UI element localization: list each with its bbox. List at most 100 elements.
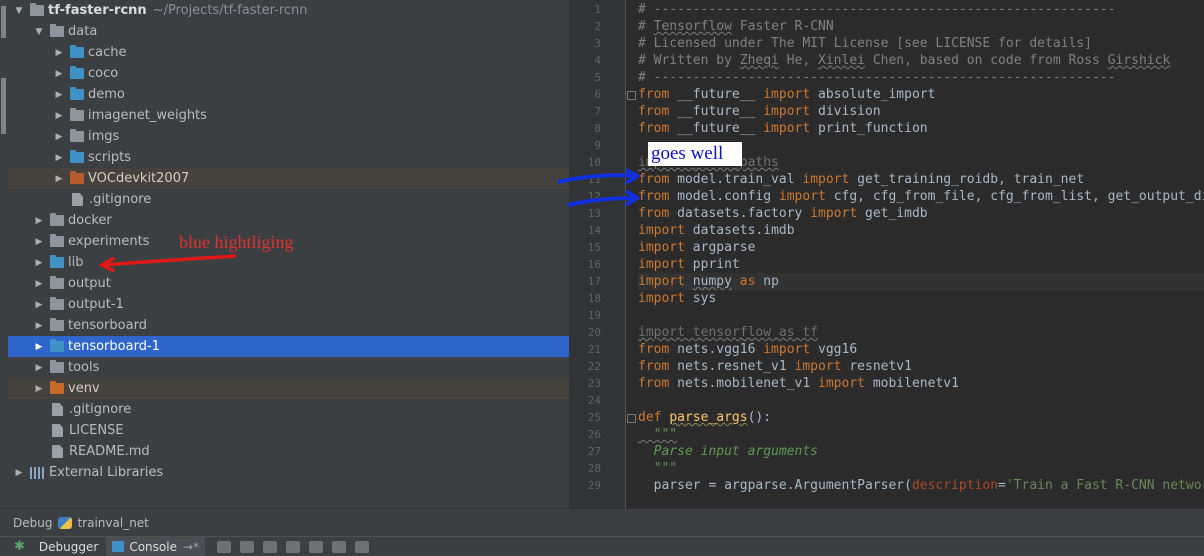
code-line[interactable]: import argparse bbox=[638, 239, 755, 256]
run-to-cursor-icon[interactable] bbox=[332, 540, 347, 553]
code-line[interactable]: # --------------------------------------… bbox=[638, 1, 1115, 18]
code-line[interactable]: from nets.resnet_v1 import resnetv1 bbox=[638, 358, 912, 375]
tree-item-label: lib bbox=[68, 255, 84, 270]
chevron-right-icon[interactable]: ▶ bbox=[14, 462, 24, 483]
code-line[interactable]: """ bbox=[638, 426, 678, 443]
bug-icon[interactable]: ✱ bbox=[14, 539, 25, 554]
project-tool-tab[interactable] bbox=[1, 6, 6, 38]
tab-debugger[interactable]: Debugger bbox=[39, 540, 98, 554]
chevron-right-icon[interactable]: ▶ bbox=[34, 273, 44, 294]
tree-item[interactable]: ▶ tools bbox=[8, 357, 569, 378]
tree-item[interactable]: ▶ coco bbox=[8, 63, 569, 84]
tree-item[interactable]: LICENSE bbox=[8, 420, 569, 441]
code-token: nets.vgg16 bbox=[677, 342, 764, 357]
tree-item[interactable]: ▶ External Libraries bbox=[8, 462, 569, 483]
chevron-right-icon[interactable]: ▶ bbox=[34, 336, 44, 357]
step-into-my-code-icon[interactable] bbox=[286, 540, 301, 553]
code-line[interactable]: import datasets.imdb bbox=[638, 222, 795, 239]
code-line[interactable]: """ bbox=[638, 460, 678, 477]
step-over-icon[interactable] bbox=[240, 540, 255, 553]
chevron-right-icon[interactable]: ▶ bbox=[54, 147, 64, 168]
code-line[interactable]: from model.train_val import get_training… bbox=[638, 171, 1084, 188]
code-line[interactable]: from nets.mobilenet_v1 import mobilenetv… bbox=[638, 375, 959, 392]
tree-item[interactable]: ▶ output-1 bbox=[8, 294, 569, 315]
tree-item[interactable]: ▶ tensorboard-1 bbox=[8, 336, 569, 357]
code-line[interactable]: import tensorflow as tf bbox=[638, 324, 818, 341]
tree-item[interactable]: ▶ lib bbox=[8, 252, 569, 273]
run-config-name[interactable]: trainval_net bbox=[77, 516, 148, 530]
code-token: Zheqi bbox=[739, 53, 779, 68]
step-out-icon[interactable] bbox=[309, 540, 324, 553]
code-line[interactable]: parser = argparse.ArgumentParser(descrip… bbox=[638, 477, 1204, 494]
code-token: from bbox=[638, 172, 678, 187]
tree-item[interactable]: ▶ imagenet_weights bbox=[8, 105, 569, 126]
code-line[interactable]: from model.config import cfg, cfg_from_f… bbox=[638, 188, 1204, 205]
folder-icon bbox=[50, 339, 64, 352]
tree-item[interactable]: README.md bbox=[8, 441, 569, 462]
tree-item[interactable]: ▶ imgs bbox=[8, 126, 569, 147]
fold-marker-icon[interactable] bbox=[627, 91, 636, 100]
tree-item[interactable]: ▶ VOCdevkit2007 bbox=[8, 168, 569, 189]
project-root-row[interactable]: ▼ tf-faster-rcnn ~/Projects/tf-faster-rc… bbox=[8, 0, 569, 21]
chevron-right-icon[interactable]: ▶ bbox=[34, 315, 44, 336]
code-line[interactable]: import sys bbox=[638, 290, 716, 307]
tree-item[interactable]: ▶ docker bbox=[8, 210, 569, 231]
code-line[interactable]: # Licensed under The MIT License [see LI… bbox=[638, 35, 1092, 52]
chevron-right-icon[interactable]: ▶ bbox=[34, 210, 44, 231]
line-number: 28 bbox=[587, 462, 601, 475]
code-line[interactable]: def parse_args(): bbox=[638, 409, 771, 426]
chevron-right-icon[interactable]: ▶ bbox=[34, 357, 44, 378]
chevron-down-icon[interactable]: ▼ bbox=[34, 21, 44, 42]
code-token: __future__ bbox=[677, 121, 764, 136]
chevron-right-icon[interactable]: ▶ bbox=[34, 378, 44, 399]
chevron-right-icon[interactable]: ▶ bbox=[34, 294, 44, 315]
chevron-right-icon[interactable]: ▶ bbox=[34, 252, 44, 273]
code-editor[interactable]: 1 2 3 4 5 6 7 8 9 10 11 12 13 14 15 16 17 18 19 20 21 22 23 24 2… bbox=[569, 0, 1204, 508]
line-number: 13 bbox=[587, 207, 601, 220]
chevron-right-icon[interactable]: ▶ bbox=[54, 126, 64, 147]
code-line[interactable]: from datasets.factory import get_imdb bbox=[638, 205, 928, 222]
tree-item[interactable]: ▶ tensorboard bbox=[8, 315, 569, 336]
show-execution-point-icon[interactable] bbox=[217, 540, 232, 553]
tree-item[interactable]: ▶ output bbox=[8, 273, 569, 294]
tree-item[interactable]: .gitignore bbox=[8, 399, 569, 420]
chevron-down-icon[interactable]: ▼ bbox=[14, 0, 24, 21]
chevron-right-icon[interactable]: ▶ bbox=[54, 168, 64, 189]
chevron-right-icon[interactable]: ▶ bbox=[54, 105, 64, 126]
code-line[interactable]: # --------------------------------------… bbox=[638, 69, 1115, 86]
code-line[interactable]: from __future__ import absolute_import bbox=[638, 86, 935, 103]
line-number: 6 bbox=[594, 88, 601, 101]
step-into-icon[interactable] bbox=[263, 540, 278, 553]
tree-item[interactable]: .gitignore bbox=[8, 189, 569, 210]
tree-item-label: tensorboard bbox=[68, 318, 147, 333]
code-token: # bbox=[638, 19, 654, 34]
code-line[interactable]: Parse input arguments bbox=[638, 443, 818, 460]
chevron-right-icon[interactable]: ▶ bbox=[54, 42, 64, 63]
chevron-right-icon[interactable]: ▶ bbox=[54, 84, 64, 105]
code-line[interactable]: from __future__ import print_function bbox=[638, 120, 928, 137]
structure-tool-tab[interactable] bbox=[1, 78, 6, 134]
evaluate-expression-icon[interactable] bbox=[355, 540, 370, 553]
tab-console[interactable]: Console →* bbox=[106, 537, 206, 556]
chevron-right-icon[interactable]: ▶ bbox=[34, 231, 44, 252]
code-line[interactable]: import numpy as np bbox=[638, 273, 779, 290]
code-token: import bbox=[763, 104, 819, 119]
tree-item[interactable]: ▶ venv bbox=[8, 378, 569, 399]
code-line[interactable]: # Written by Zheqi He, Xinlei Chen, base… bbox=[638, 52, 1170, 69]
tree-item[interactable]: ▼ data bbox=[8, 21, 569, 42]
tree-item[interactable]: ▶ cache bbox=[8, 42, 569, 63]
code-token: # --------------------------------------… bbox=[638, 2, 1116, 17]
code-line[interactable]: from __future__ import division bbox=[638, 103, 881, 120]
code-token: def bbox=[638, 410, 670, 425]
code-line[interactable]: from nets.vgg16 import vgg16 bbox=[638, 341, 857, 358]
code-line[interactable]: import pprint bbox=[638, 256, 740, 273]
tree-item[interactable]: ▶ scripts bbox=[8, 147, 569, 168]
fold-marker-icon[interactable] bbox=[627, 414, 636, 423]
project-tree[interactable]: ▼ tf-faster-rcnn ~/Projects/tf-faster-rc… bbox=[8, 0, 569, 508]
code-line[interactable]: # Tensorflow Faster R-CNN bbox=[638, 18, 834, 35]
chevron-right-icon[interactable]: ▶ bbox=[54, 63, 64, 84]
folder-icon bbox=[70, 129, 84, 142]
tree-item[interactable]: ▶ demo bbox=[8, 84, 569, 105]
